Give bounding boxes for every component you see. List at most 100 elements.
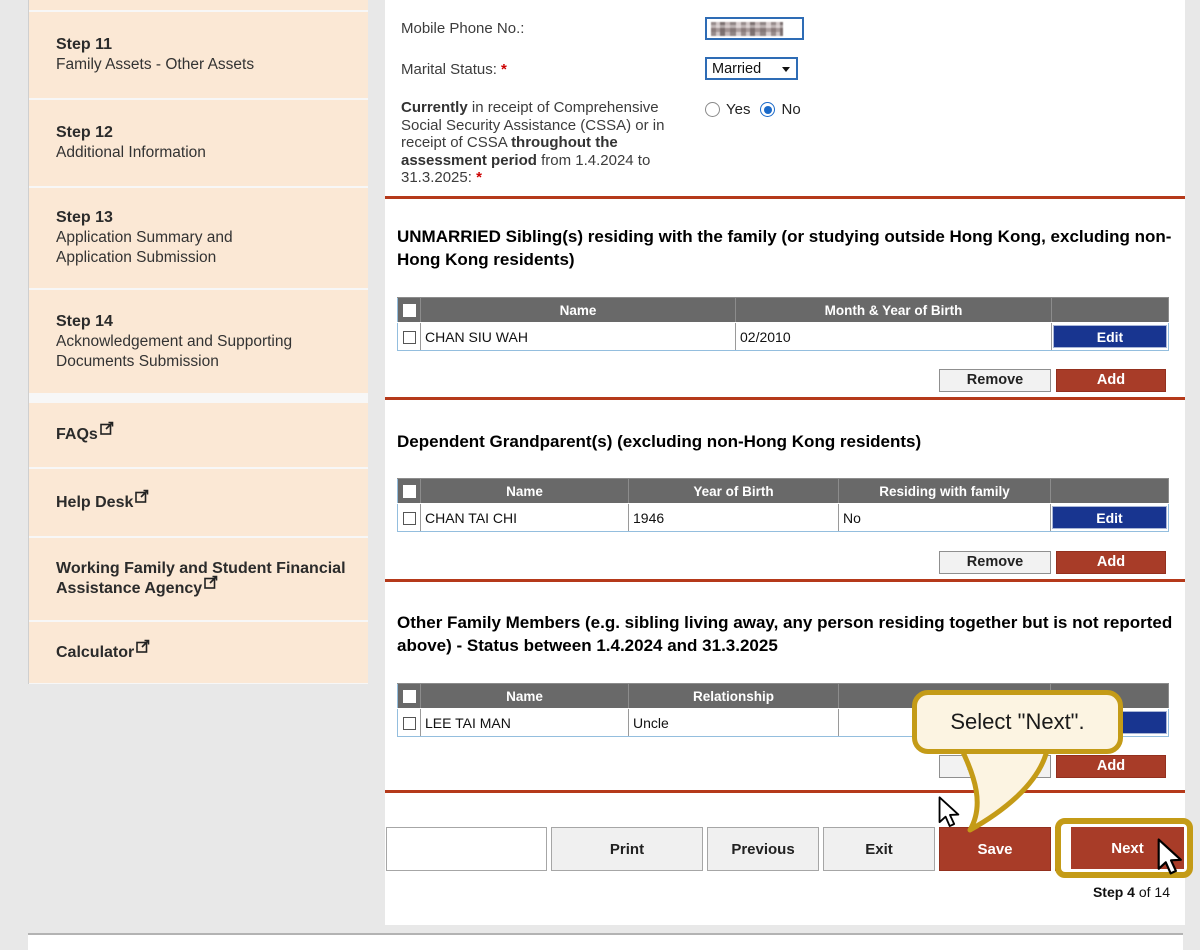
marital-status-value: Married (712, 60, 762, 77)
section-divider (385, 397, 1185, 400)
redacted-phone-number (711, 21, 783, 36)
marital-status-label: Marital Status: * (401, 61, 507, 78)
help-desk-link-label: Help Desk (56, 493, 134, 511)
application-form-page: { "sidebar": { "steps": [ { "num": "Step… (0, 0, 1200, 950)
steps-sidebar: Step 11 Family Assets - Other Assets Ste… (28, 0, 368, 684)
section-divider (385, 196, 1185, 199)
sidebar-link-help-desk[interactable]: Help Desk (29, 469, 368, 536)
sidebar-divider (29, 395, 368, 403)
row-checkbox[interactable] (402, 331, 416, 345)
edit-button[interactable]: Edit (1052, 506, 1167, 529)
step-number: Step 12 (56, 124, 113, 141)
siblings-table-actions: Remove Add (397, 369, 1166, 392)
chevron-down-icon (782, 67, 790, 72)
page-footer-panel (28, 933, 1183, 950)
external-link-icon (99, 421, 114, 441)
sidebar-item-step-10-partial[interactable] (29, 0, 368, 10)
required-asterisk: * (476, 169, 482, 186)
sidebar-item-step-14[interactable]: Step 14 Acknowledgement and Supporting D… (29, 290, 368, 393)
section-divider (385, 790, 1185, 793)
remove-button[interactable]: Remove (939, 369, 1051, 392)
select-all-checkbox[interactable] (402, 690, 416, 704)
faqs-link-label: FAQs (56, 426, 98, 443)
grandparents-table-actions: Remove Add (397, 551, 1166, 574)
table-row: CHAN TAI CHI 1946 No Edit (397, 503, 1169, 532)
column-header-name: Name (420, 683, 629, 709)
add-button[interactable]: Add (1056, 369, 1166, 392)
external-link-icon (136, 639, 150, 659)
step-label: Family Assets - Other Assets (56, 56, 255, 73)
exit-button[interactable]: Exit (823, 827, 935, 871)
wfsfaa-link-label: Working Family and Student Financial Ass… (56, 560, 346, 597)
add-button[interactable]: Add (1056, 755, 1166, 778)
marital-status-select[interactable]: Married (705, 57, 798, 80)
section-divider (385, 579, 1185, 582)
tooltip-text: Select "Next". (950, 709, 1085, 734)
edit-button[interactable]: Edit (1053, 325, 1167, 348)
sidebar-item-step-13[interactable]: Step 13 Application Summary and Applicat… (29, 188, 368, 288)
tooltip-tail (957, 744, 1051, 833)
step-label: Acknowledgement and Supporting Documents… (56, 332, 293, 370)
cell-name: CHAN SIU WAH (420, 322, 736, 351)
cell-name: LEE TAI MAN (420, 708, 629, 737)
add-button[interactable]: Add (1056, 551, 1166, 574)
row-checkbox[interactable] (402, 512, 416, 526)
radio-no-button[interactable] (760, 102, 776, 117)
section-heading-dependent-grandparents: Dependent Grandparent(s) (excluding non-… (397, 432, 922, 451)
column-header-month-year-of-birth: Month & Year of Birth (735, 297, 1052, 323)
column-header-actions (1051, 297, 1169, 323)
column-header-actions (1050, 478, 1169, 504)
calculator-link-label: Calculator (56, 643, 135, 661)
cssa-radio-group: Yes No (705, 101, 801, 118)
column-header-relationship: Relationship (628, 683, 839, 709)
section-heading-unmarried-siblings: UNMARRIED Sibling(s) residing with the f… (397, 227, 1172, 269)
mobile-phone-label: Mobile Phone No.: (401, 20, 525, 37)
remove-button[interactable]: Remove (939, 551, 1051, 574)
column-header-residing-with-family: Residing with family (838, 478, 1051, 504)
mouse-cursor-icon (1157, 838, 1182, 875)
progress-total-steps: of 14 (1134, 884, 1170, 900)
cell-relationship: Uncle (628, 708, 839, 737)
dependent-grandparents-table: Name Year of Birth Residing with family … (397, 478, 1169, 532)
progress-current-step: Step 4 (1092, 884, 1135, 900)
unmarried-siblings-table: Name Month & Year of Birth CHAN SIU WAH … (397, 297, 1169, 351)
previous-button[interactable]: Previous (707, 827, 819, 871)
print-button[interactable]: Print (551, 827, 703, 871)
external-link-icon (135, 489, 149, 509)
sidebar-item-step-11[interactable]: Step 11 Family Assets - Other Assets (29, 12, 368, 98)
cssa-question-label: Currently in receipt of Comprehensive So… (401, 99, 665, 186)
cell-year-of-birth: 1946 (628, 503, 839, 532)
form-content-panel: Mobile Phone No.: Marital Status: * Marr… (385, 0, 1185, 925)
cell-month-year-of-birth: 02/2010 (735, 322, 1052, 351)
step-number: Step 11 (56, 36, 113, 53)
column-header-name: Name (420, 478, 629, 504)
step-progress-indicator: Step 4 of 14 (1093, 884, 1170, 900)
empty-nav-cell (386, 827, 547, 871)
table-row: CHAN SIU WAH 02/2010 Edit (397, 322, 1169, 351)
mouse-cursor-icon (938, 796, 960, 827)
radio-no-label: No (781, 101, 801, 118)
row-checkbox[interactable] (402, 717, 416, 731)
radio-yes-label: Yes (726, 101, 751, 118)
step-number: Step 14 (56, 312, 113, 330)
sidebar-link-calculator[interactable]: Calculator (29, 622, 368, 683)
external-link-icon (204, 575, 218, 595)
required-asterisk: * (501, 61, 507, 78)
mobile-phone-input[interactable] (705, 17, 804, 40)
step-label: Additional Information (56, 144, 206, 161)
sidebar-link-wfsfaa[interactable]: Working Family and Student Financial Ass… (29, 538, 368, 620)
cell-residing-with-family: No (838, 503, 1051, 532)
step-label: Application Summary and Application Subm… (56, 229, 233, 266)
radio-yes-button[interactable] (705, 102, 720, 117)
tutorial-tooltip: Select "Next". (912, 690, 1123, 754)
sidebar-link-faqs[interactable]: FAQs (29, 403, 368, 467)
table-header-row: Name Month & Year of Birth (397, 297, 1169, 323)
step-number: Step 13 (56, 209, 113, 226)
select-all-checkbox[interactable] (402, 485, 416, 499)
section-heading-other-family-members: Other Family Members (e.g. sibling livin… (397, 613, 1173, 655)
column-header-year-of-birth: Year of Birth (628, 478, 839, 504)
column-header-name: Name (420, 297, 736, 323)
cell-name: CHAN TAI CHI (420, 503, 629, 532)
sidebar-item-step-12[interactable]: Step 12 Additional Information (29, 100, 368, 186)
select-all-checkbox[interactable] (402, 304, 416, 318)
